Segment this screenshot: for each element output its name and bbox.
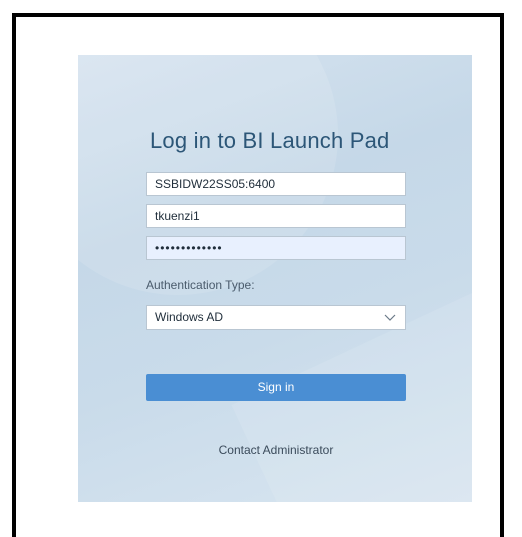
username-input[interactable]: tkuenzi1 (146, 204, 406, 228)
chevron-down-icon (384, 314, 396, 321)
authentication-type-label: Authentication Type: (146, 278, 255, 292)
password-input[interactable]: ••••••••••••• (146, 236, 406, 260)
contact-administrator-link[interactable]: Contact Administrator (146, 443, 406, 457)
sign-in-button[interactable]: Sign in (146, 374, 406, 401)
authentication-type-value: Windows AD (155, 310, 224, 324)
authentication-type-select[interactable]: Windows AD (146, 305, 406, 330)
login-panel: Log in to BI Launch Pad SSBIDW22SS05:640… (78, 55, 472, 502)
server-input[interactable]: SSBIDW22SS05:6400 (146, 172, 406, 196)
page-title: Log in to BI Launch Pad (150, 128, 390, 153)
